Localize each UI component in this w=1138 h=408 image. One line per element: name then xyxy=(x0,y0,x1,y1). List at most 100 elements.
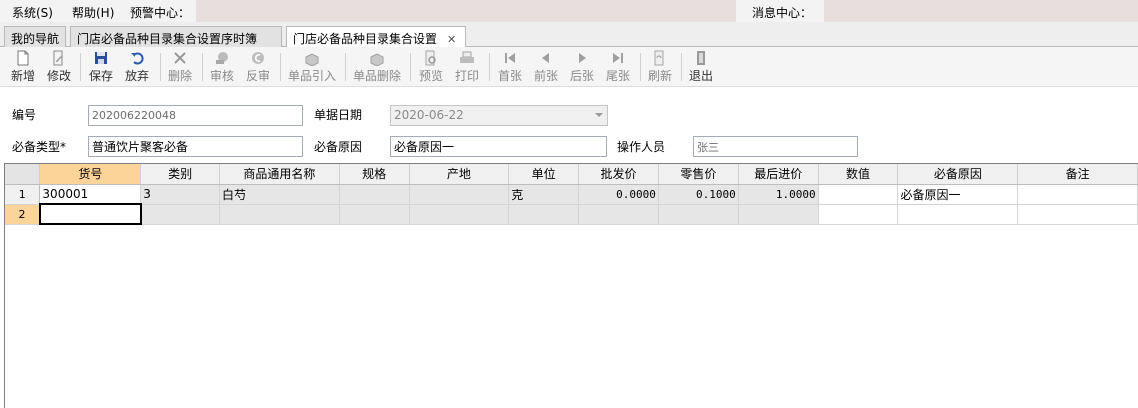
cell-value[interactable] xyxy=(818,204,899,225)
prev-record-button-label: 前张 xyxy=(533,69,558,83)
operator-label: 操作人员 xyxy=(617,140,666,154)
tab-label: 门店必备品种目录集合设置序时簿 xyxy=(77,32,258,46)
import-item-button[interactable]: 单品引入 xyxy=(286,50,338,84)
col-header-value[interactable]: 数值 xyxy=(818,164,899,185)
exit-button[interactable]: 退出 xyxy=(686,50,716,84)
menu-alert-center[interactable]: 预警中心： xyxy=(130,4,190,21)
select-all-corner[interactable] xyxy=(5,164,41,185)
cell-category xyxy=(140,204,221,225)
type-label: 必备类型* xyxy=(12,140,67,154)
cell-spec xyxy=(339,204,410,225)
col-header-origin[interactable]: 产地 xyxy=(409,164,510,185)
close-icon[interactable]: ✕ xyxy=(447,33,456,46)
toolbar-divider xyxy=(489,53,490,81)
prev-record-button[interactable]: 前张 xyxy=(531,50,561,84)
col-header-unit[interactable]: 单位 xyxy=(508,164,580,185)
unaudit-button[interactable]: 反审 xyxy=(243,50,273,84)
table-row[interactable]: 1 300001 3 白芍 克 0.0000 0.1000 1.0000 必备原… xyxy=(5,184,1138,205)
tab-settings-form[interactable]: 门店必备品种目录集合设置 ✕ xyxy=(286,26,466,48)
save-button[interactable]: 保存 xyxy=(86,50,116,84)
toolbar-divider xyxy=(410,53,411,81)
tab-label: 我的导航 xyxy=(11,32,60,46)
cell-unit: 克 xyxy=(508,184,580,205)
new-button[interactable]: 新增 xyxy=(8,50,38,84)
discard-button[interactable]: 放弃 xyxy=(122,50,152,84)
exit-door-icon xyxy=(686,50,716,66)
cell-code[interactable]: 300001 xyxy=(39,184,142,205)
table-row[interactable]: 2 xyxy=(5,203,1138,225)
cell-remark[interactable] xyxy=(1017,184,1138,205)
date-label: 单据日期 xyxy=(314,108,363,122)
col-header-code[interactable]: 货号 xyxy=(39,164,142,185)
operator-field[interactable] xyxy=(693,136,858,157)
cell-retail-price xyxy=(658,204,739,225)
type-field[interactable] xyxy=(88,136,303,157)
cell-remark[interactable] xyxy=(1017,204,1138,225)
col-header-category[interactable]: 类别 xyxy=(140,164,221,185)
edit-button-label: 修改 xyxy=(46,69,71,83)
tab-list-register[interactable]: 门店必备品种目录集合设置序时簿 xyxy=(70,26,282,47)
edit-button[interactable]: 修改 xyxy=(44,50,74,84)
row-number[interactable]: 2 xyxy=(5,204,41,225)
chevron-down-icon[interactable] xyxy=(595,113,603,117)
toolbar-divider xyxy=(202,53,203,81)
code-label: 编号 xyxy=(12,108,37,122)
save-button-label: 保存 xyxy=(88,69,113,83)
code-field[interactable] xyxy=(88,105,303,126)
col-header-spec[interactable]: 规格 xyxy=(339,164,410,185)
reason-field[interactable] xyxy=(390,136,607,157)
print-button[interactable]: 打印 xyxy=(452,50,482,84)
next-record-button[interactable]: 后张 xyxy=(567,50,597,84)
audit-icon xyxy=(207,50,237,66)
col-header-generic-name[interactable]: 商品通用名称 xyxy=(219,164,340,185)
prev-icon xyxy=(531,50,561,66)
cell-wholesale-price xyxy=(578,204,659,225)
toolbar-divider xyxy=(681,53,682,81)
cell-reason[interactable] xyxy=(897,204,1019,225)
save-icon xyxy=(86,50,116,66)
cell-last-cost xyxy=(738,204,819,225)
menu-help[interactable]: 帮助(H) xyxy=(72,4,114,21)
audit-button-label: 审核 xyxy=(209,69,234,83)
exit-button-label: 退出 xyxy=(688,69,713,83)
reason-label: 必备原因 xyxy=(314,140,363,154)
last-icon xyxy=(603,50,633,66)
cell-code-current[interactable] xyxy=(38,203,142,225)
cell-retail-price: 0.1000 xyxy=(658,184,739,205)
refresh-icon xyxy=(645,50,675,66)
date-picker[interactable]: 2020-06-22 xyxy=(390,105,608,126)
delete-button[interactable]: 删除 xyxy=(165,50,195,84)
cell-value[interactable] xyxy=(818,184,899,205)
delete-item-button[interactable]: 单品删除 xyxy=(351,50,403,84)
last-record-button[interactable]: 尾张 xyxy=(603,50,633,84)
next-record-button-label: 后张 xyxy=(569,69,594,83)
delete-button-label: 删除 xyxy=(167,69,192,83)
col-header-last-cost[interactable]: 最后进价 xyxy=(738,164,819,185)
refresh-button-label: 刷新 xyxy=(647,69,672,83)
refresh-button[interactable]: 刷新 xyxy=(645,50,675,84)
col-header-reason[interactable]: 必备原因 xyxy=(897,164,1019,185)
col-header-remark[interactable]: 备注 xyxy=(1017,164,1138,185)
printer-icon xyxy=(452,50,482,66)
preview-button-label: 预览 xyxy=(418,69,443,83)
print-button-label: 打印 xyxy=(454,69,479,83)
audit-button[interactable]: 审核 xyxy=(207,50,237,84)
col-header-retail-price[interactable]: 零售价 xyxy=(658,164,739,185)
menu-message-center[interactable]: 消息中心： xyxy=(752,4,812,21)
menu-system[interactable]: 系统(S) xyxy=(12,4,53,21)
tab-label: 门店必备品种目录集合设置 xyxy=(293,32,438,46)
first-record-button[interactable]: 首张 xyxy=(495,50,525,84)
remove-box-icon xyxy=(351,50,403,66)
message-center-panel xyxy=(824,0,1138,22)
alert-center-panel xyxy=(196,0,736,22)
table-header-row: 货号 类别 商品通用名称 规格 产地 单位 批发价 零售价 最后进价 数值 必备… xyxy=(5,164,1138,185)
next-icon xyxy=(567,50,597,66)
preview-icon xyxy=(416,50,446,66)
cell-reason[interactable]: 必备原因一 xyxy=(897,184,1019,205)
tab-my-navigation[interactable]: 我的导航 xyxy=(4,26,66,47)
edit-icon xyxy=(44,50,74,66)
preview-button[interactable]: 预览 xyxy=(416,50,446,84)
cell-generic-name xyxy=(219,204,340,225)
col-header-wholesale-price[interactable]: 批发价 xyxy=(578,164,659,185)
row-number[interactable]: 1 xyxy=(5,184,41,205)
